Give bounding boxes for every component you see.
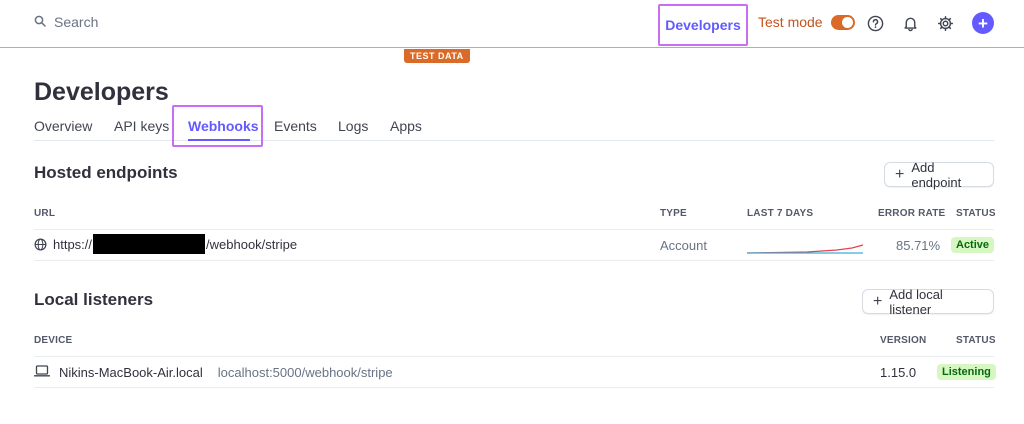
redacted-block	[93, 234, 206, 254]
page-title: Developers	[34, 78, 169, 106]
column-header-last-7-days: LAST 7 DAYS	[747, 208, 814, 219]
test-mode-label: Test mode	[758, 14, 823, 30]
test-mode-toggle[interactable]	[830, 14, 855, 30]
local-listeners-title: Local listeners	[34, 290, 154, 309]
column-header-status: STATUS	[956, 208, 996, 219]
search-bar[interactable]: Search	[34, 14, 98, 30]
top-bar: Search Developers Test mode +	[0, 0, 1024, 48]
tab-api-keys[interactable]: API keys	[114, 118, 169, 134]
plus-icon: +	[873, 292, 883, 310]
gear-icon[interactable]	[935, 13, 955, 33]
endpoint-type: Account	[660, 238, 707, 253]
tab-overview[interactable]: Overview	[34, 118, 92, 134]
sparkline	[747, 244, 864, 254]
add-endpoint-button[interactable]: + Add endpoint	[884, 159, 994, 190]
divider	[34, 260, 994, 261]
webhooks-tab-highlight	[172, 105, 263, 147]
tab-logs[interactable]: Logs	[338, 118, 368, 134]
divider	[34, 387, 994, 388]
url-suffix: /webhook/stripe	[206, 236, 298, 252]
divider	[34, 356, 994, 357]
search-icon	[34, 14, 46, 30]
add-local-listener-button[interactable]: + Add local listener	[862, 286, 994, 317]
column-header-error-rate: ERROR RATE	[878, 208, 946, 219]
column-header-status: STATUS	[956, 335, 996, 346]
plus-icon: +	[978, 13, 988, 33]
column-header-version: VERSION	[880, 335, 927, 346]
device-cell: Nikins-MacBook-Air.local localhost:5000/…	[33, 365, 393, 380]
url-prefix: https://	[53, 236, 93, 252]
tab-apps[interactable]: Apps	[390, 118, 422, 134]
column-header-type: TYPE	[660, 208, 687, 219]
globe-icon	[34, 238, 47, 251]
test-mode-control[interactable]: Test mode	[758, 14, 855, 30]
column-header-url: URL	[34, 208, 56, 219]
version-value: 1.15.0	[880, 365, 917, 380]
hosted-endpoints-title: Hosted endpoints	[34, 163, 178, 182]
add-endpoint-label: Add endpoint	[911, 159, 962, 190]
endpoint-url[interactable]: https:// /webhook/stripe	[34, 234, 297, 254]
tab-events[interactable]: Events	[274, 118, 317, 134]
search-input[interactable]: Search	[54, 14, 98, 30]
developers-button[interactable]: Developers	[658, 4, 748, 46]
laptop-icon	[33, 365, 51, 380]
error-rate-value: 85.71%	[896, 238, 941, 253]
help-icon[interactable]	[865, 13, 885, 33]
status-badge: Listening	[937, 364, 996, 380]
test-data-badge: TEST DATA	[404, 49, 470, 63]
column-header-device: DEVICE	[34, 335, 73, 346]
developers-label: Developers	[665, 17, 741, 33]
bell-icon[interactable]	[900, 13, 920, 33]
status-badge: Active	[951, 237, 995, 253]
divider	[34, 229, 994, 230]
add-local-listener-label: Add local listener	[889, 286, 943, 317]
create-button[interactable]: +	[972, 12, 994, 34]
device-name: Nikins-MacBook-Air.local	[59, 365, 203, 380]
plus-icon: +	[895, 165, 905, 183]
listener-endpoint: localhost:5000/webhook/stripe	[217, 365, 393, 380]
